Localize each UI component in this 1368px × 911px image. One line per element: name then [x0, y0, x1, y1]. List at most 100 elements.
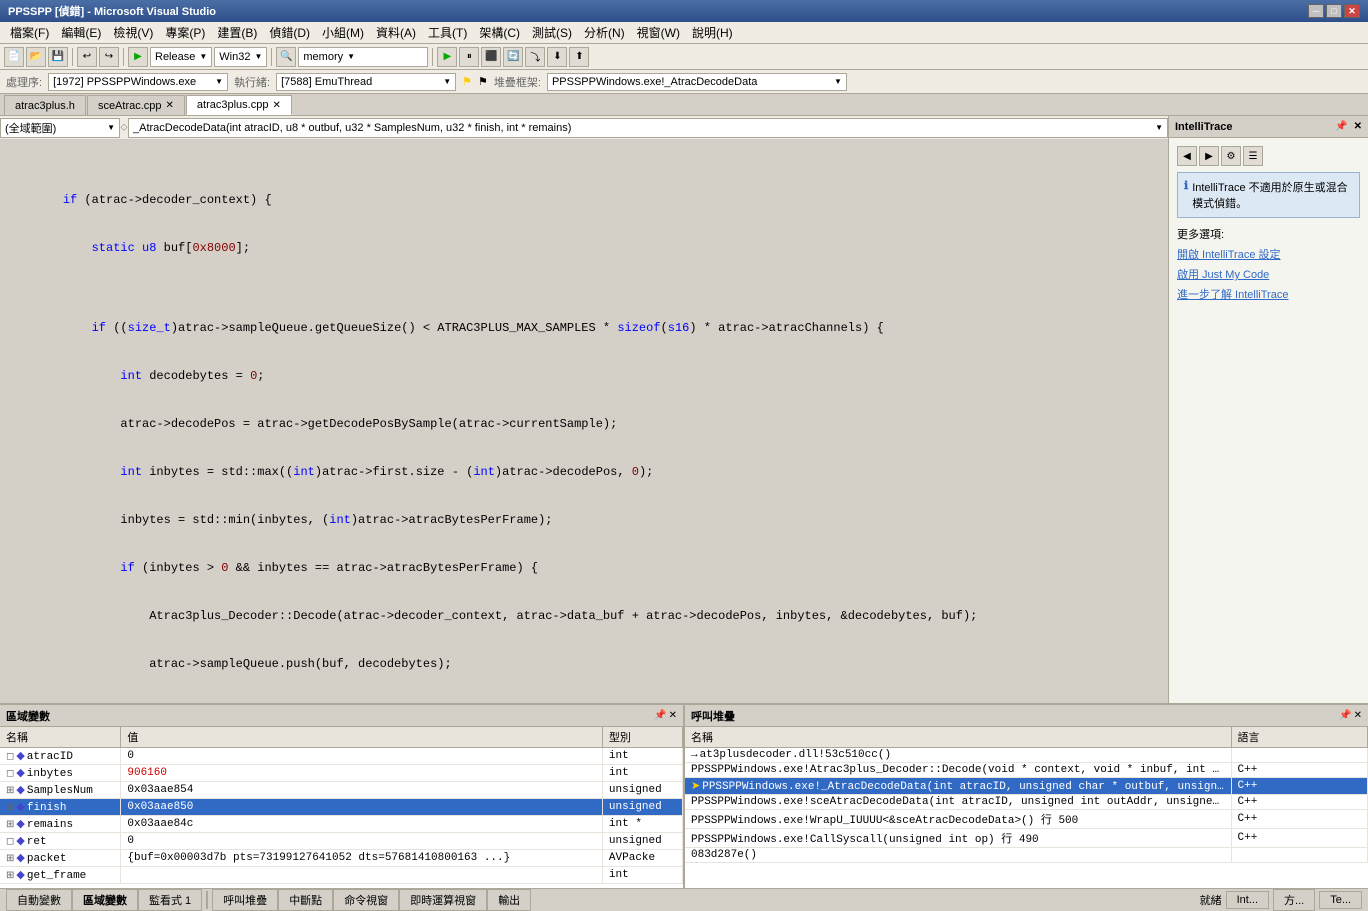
new-project-icon[interactable]: 📄 [4, 47, 24, 67]
locals-row[interactable]: ⊞◆remains0x03aae84cint * [0, 816, 683, 833]
intellitrace-pin[interactable]: 📌 [1335, 121, 1347, 132]
locals-row[interactable]: ⊞◆finish0x03aae850unsigned [0, 799, 683, 816]
menu-help[interactable]: 說明(H) [686, 22, 739, 43]
status-tab-auto[interactable]: 自動變數 [6, 889, 72, 911]
menu-data[interactable]: 資料(A) [370, 22, 422, 43]
callstack-row[interactable]: 083d287e() [685, 848, 1368, 863]
save-icon[interactable]: 💾 [48, 47, 68, 67]
undo-icon[interactable]: ↩ [77, 47, 97, 67]
debug-pause-icon[interactable]: ⏸ [459, 47, 479, 67]
search-box[interactable]: memory ▼ [298, 47, 428, 67]
locals-close[interactable]: ✕ [669, 710, 677, 721]
menu-test[interactable]: 測試(S) [526, 22, 578, 43]
expand-icon[interactable]: ⊞ [6, 820, 14, 831]
callstack-pin[interactable]: 📌 [1339, 710, 1351, 721]
expand-icon[interactable]: ⊞ [6, 803, 14, 814]
menu-arch[interactable]: 架構(C) [473, 22, 526, 43]
menu-edit[interactable]: 編輯(E) [55, 22, 107, 43]
var-icon: ◆ [16, 836, 24, 848]
status-tab-output[interactable]: 輸出 [487, 889, 531, 911]
status-tab-watch[interactable]: 監看式 1 [138, 889, 202, 911]
minimize-button[interactable]: ─ [1308, 4, 1324, 18]
expand-icon[interactable]: ⊞ [6, 854, 14, 865]
status-panel-fang[interactable]: 方... [1273, 889, 1315, 911]
search-icon[interactable]: 🔍 [276, 47, 296, 67]
menu-project[interactable]: 專案(P) [159, 22, 211, 43]
it-list-icon[interactable]: ☰ [1243, 146, 1263, 166]
locals-row[interactable]: ⊞◆packet{buf=0x00003d7b pts=731991276410… [0, 850, 683, 867]
intellitrace-link-1[interactable]: 開啟 IntelliTrace 設定 [1177, 246, 1360, 262]
locals-row[interactable]: ◻◆inbytes906160int [0, 765, 683, 782]
redo-icon[interactable]: ↪ [99, 47, 119, 67]
menu-debug[interactable]: 偵錯(D) [263, 22, 316, 43]
var-icon: ◆ [16, 853, 24, 865]
it-forward-icon[interactable]: ▶ [1199, 146, 1219, 166]
debug-stop-icon[interactable]: ⬛ [481, 47, 501, 67]
status-panel-int[interactable]: Int... [1226, 891, 1269, 909]
callstack-row[interactable]: PPSSPPWindows.exe!Atrac3plus_Decoder::De… [685, 763, 1368, 778]
menu-file[interactable]: 檔案(F) [4, 22, 55, 43]
it-back-icon[interactable]: ◀ [1177, 146, 1197, 166]
intellitrace-link-3[interactable]: 進一步了解 IntelliTrace [1177, 286, 1360, 302]
expand-icon[interactable]: ◻ [6, 752, 14, 763]
code-scroll[interactable]: if (atrac->decoder_context) { static u8 … [0, 140, 1168, 703]
tab-sceatrac-cpp[interactable]: sceAtrac.cpp ✕ [87, 95, 185, 115]
callstack-row[interactable]: PPSSPPWindows.exe!WrapU_IUUUU<&sceAtracD… [685, 810, 1368, 829]
menu-window[interactable]: 視窗(W) [631, 22, 686, 43]
status-tab-command[interactable]: 命令視窗 [333, 889, 399, 911]
intellitrace-close[interactable]: ✕ [1354, 121, 1362, 132]
tab-close-atrac3plus[interactable]: ✕ [272, 100, 280, 111]
status-tab-callstack2[interactable]: 呼叫堆疊 [212, 889, 278, 911]
scope-dropdown[interactable]: (全域範圍) ▼ [0, 118, 120, 138]
step-out-icon[interactable]: ⬆ [569, 47, 589, 67]
callstack-row[interactable]: PPSSPPWindows.exe!CallSyscall(unsigned i… [685, 829, 1368, 848]
locals-row[interactable]: ⊞◆get_frameint [0, 867, 683, 884]
locals-pin[interactable]: 📌 [654, 710, 666, 721]
function-dropdown[interactable]: _AtracDecodeData(int atracID, u8 * outbu… [128, 118, 1168, 138]
stack-dropdown[interactable]: PPSSPPWindows.exe!_AtracDecodeData ▼ [547, 73, 847, 91]
intellitrace-content: ◀ ▶ ⚙ ☰ ℹ IntelliTrace 不適用於原生或混合模式偵錯。 更多… [1169, 138, 1368, 703]
menu-analyze[interactable]: 分析(N) [578, 22, 631, 43]
open-icon[interactable]: 📂 [26, 47, 46, 67]
callstack-row[interactable]: ➤PPSSPPWindows.exe!_AtracDecodeData(int … [685, 778, 1368, 795]
process-dropdown[interactable]: [1972] PPSSPPWindows.exe ▼ [48, 73, 228, 91]
status-tab-locals[interactable]: 區域變數 [72, 889, 138, 911]
menu-build[interactable]: 建置(B) [211, 22, 263, 43]
locals-table-scroll[interactable]: 名稱 值 型別 ◻◆atracID0int◻◆inbytes906160int⊞… [0, 727, 683, 888]
thread-dropdown[interactable]: [7588] EmuThread ▼ [276, 73, 456, 91]
debug-restart-icon[interactable]: 🔄 [503, 47, 523, 67]
cs-col-lang: 語言 [1231, 727, 1368, 748]
expand-icon[interactable]: ◻ [6, 837, 14, 848]
expand-icon[interactable]: ◻ [6, 769, 14, 780]
maximize-button[interactable]: □ [1326, 4, 1342, 18]
locals-row[interactable]: ◻◆ret0unsigned [0, 833, 683, 850]
tab-atrac3plus-h[interactable]: atrac3plus.h [4, 95, 86, 115]
callstack-row[interactable]: PPSSPPWindows.exe!sceAtracDecodeData(int… [685, 795, 1368, 810]
intellitrace-info: ℹ IntelliTrace 不適用於原生或混合模式偵錯。 [1177, 172, 1360, 218]
intellitrace-link-2[interactable]: 啟用 Just My Code [1177, 266, 1360, 282]
expand-icon[interactable]: ⊞ [6, 871, 14, 882]
callstack-table-scroll[interactable]: 名稱 語言 →at3plusdecoder.dll!53c510cc()PPSS… [685, 727, 1368, 888]
callstack-close[interactable]: ✕ [1354, 710, 1362, 721]
step-over-icon[interactable]: ⤵ [525, 47, 545, 67]
platform-dropdown[interactable]: Win32 ▼ [214, 47, 267, 67]
step-into-icon[interactable]: ⬇ [547, 47, 567, 67]
status-tab-immediate[interactable]: 即時運算視窗 [399, 889, 487, 911]
menu-tools[interactable]: 工具(T) [422, 22, 473, 43]
expand-icon[interactable]: ⊞ [6, 786, 14, 797]
menu-team[interactable]: 小組(M) [316, 22, 370, 43]
status-panel-te[interactable]: Te... [1319, 891, 1362, 909]
locals-row[interactable]: ◻◆atracID0int [0, 748, 683, 765]
close-button[interactable]: ✕ [1344, 4, 1360, 18]
locals-row[interactable]: ⊞◆SamplesNum0x03aae854unsigned [0, 782, 683, 799]
play-icon[interactable]: ▶ [128, 47, 148, 67]
debug-start-icon[interactable]: ▶ [437, 47, 457, 67]
status-tab-breakpoints[interactable]: 中斷點 [278, 889, 333, 911]
it-settings-icon[interactable]: ⚙ [1221, 146, 1241, 166]
callstack-row[interactable]: →at3plusdecoder.dll!53c510cc() [685, 748, 1368, 763]
config-dropdown[interactable]: Release ▼ [150, 47, 212, 67]
menu-view[interactable]: 檢視(V) [107, 22, 159, 43]
tab-close-sceatrac[interactable]: ✕ [166, 100, 174, 111]
tab-atrac3plus-cpp[interactable]: atrac3plus.cpp ✕ [186, 95, 292, 115]
intellitrace-panel: IntelliTrace 📌 ✕ ◀ ▶ ⚙ ☰ ℹ IntelliTrace … [1168, 116, 1368, 703]
